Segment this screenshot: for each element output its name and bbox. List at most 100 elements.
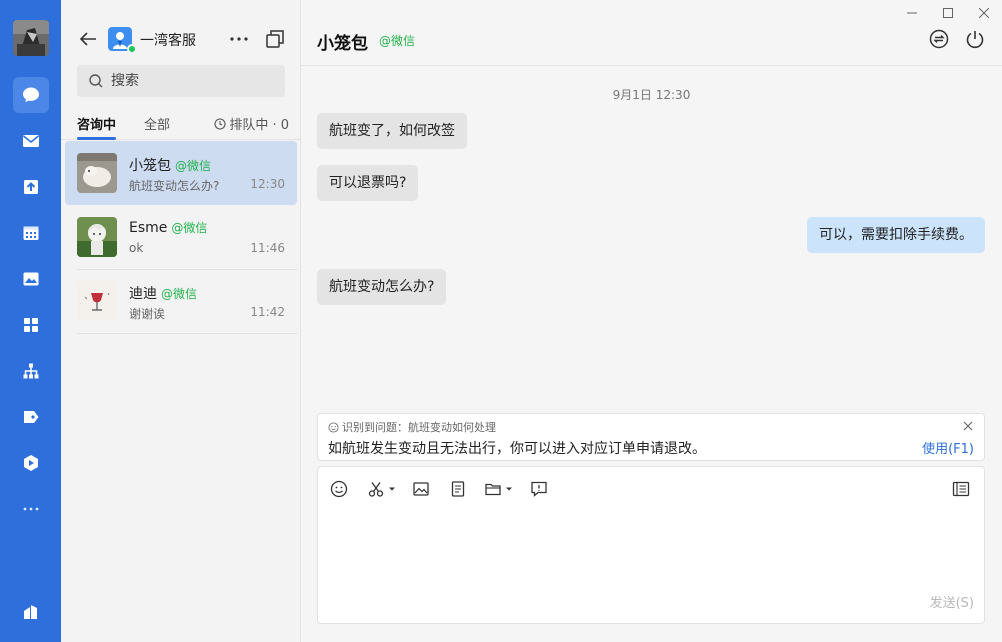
- nav-image-button[interactable]: [13, 261, 49, 297]
- smiley-robot-icon: [328, 421, 339, 433]
- chevron-down-icon: [389, 487, 395, 491]
- queue-label: 排队中 · 0: [229, 118, 289, 133]
- chat-header: 小笼包 @微信: [301, 0, 1002, 66]
- upload-icon: [24, 180, 38, 194]
- building-icon: [24, 605, 37, 619]
- tab-all[interactable]: 全部: [144, 114, 170, 133]
- user-avatar[interactable]: [13, 20, 49, 56]
- contact-name: Esme: [129, 220, 168, 236]
- conversation-item[interactable]: 迪迪 @微信 谢谢诶 11:42: [65, 269, 297, 334]
- message-time: 11:46: [250, 241, 285, 255]
- minimize-icon: [907, 12, 917, 14]
- nav-upload-button[interactable]: [13, 169, 49, 205]
- tag-icon: [24, 411, 39, 423]
- apps-icon: [24, 318, 38, 332]
- scissors-icon: [368, 482, 384, 497]
- document-icon: [451, 481, 465, 497]
- image-icon: [413, 482, 429, 496]
- list-header: 一湾客服: [61, 0, 301, 62]
- window-controls: [894, 0, 1002, 26]
- popout-window-icon[interactable]: [264, 28, 286, 50]
- active-tab-indicator: [77, 137, 116, 140]
- message-preview: 谢谢诶: [129, 307, 166, 321]
- end-session-icon[interactable]: [964, 28, 986, 50]
- nav-mail-button[interactable]: [13, 123, 49, 159]
- nav-apps-button[interactable]: [13, 307, 49, 343]
- emoji-button[interactable]: [330, 479, 348, 499]
- list-panel-icon: [952, 481, 970, 497]
- nav-org-button[interactable]: [13, 353, 49, 389]
- search-icon: [89, 74, 103, 88]
- more-options-icon[interactable]: [228, 28, 250, 50]
- close-icon: [979, 8, 989, 18]
- chat-panel: 小笼包 @微信 9月1日 12:30 航班变了，如何改签 可以退票吗? 可以，需…: [301, 0, 1002, 642]
- conversation-item[interactable]: Esme @微信 ok 11:46: [65, 205, 297, 270]
- maximize-icon: [943, 8, 953, 18]
- nav-calendar-button[interactable]: [13, 215, 49, 251]
- contact-source: @微信: [171, 221, 208, 235]
- incoming-message: 航班变动怎么办?: [317, 269, 447, 305]
- search-box: [77, 65, 285, 97]
- chat-icon: [23, 87, 39, 103]
- send-button[interactable]: 发送(S): [930, 592, 974, 611]
- back-arrow-icon[interactable]: [77, 28, 99, 50]
- message-preview: ok: [129, 241, 144, 255]
- send-file-button[interactable]: [484, 479, 513, 499]
- screenshot-button[interactable]: [367, 479, 396, 499]
- contact-name: 迪迪: [129, 286, 157, 302]
- smart-reply-suggestion: 识别到问题：航班变动如何处理 如航班发生变动且无法出行，你可以进入对应订单申请退…: [317, 413, 985, 461]
- incoming-message: 可以退票吗?: [317, 165, 419, 201]
- maximize-button[interactable]: [930, 0, 966, 26]
- outgoing-message: 可以，需要扣除手续费。: [807, 217, 985, 253]
- chat-title: 小笼包: [317, 34, 368, 54]
- contact-avatar: [77, 281, 117, 321]
- insert-document-button[interactable]: [449, 479, 467, 499]
- image-icon: [23, 272, 39, 286]
- history-records-button[interactable]: [952, 479, 970, 499]
- message-timestamp: 9月1日 12:30: [612, 88, 691, 102]
- message-composer: 发送(S): [317, 466, 985, 624]
- nav-building-button[interactable]: [13, 594, 49, 630]
- conversation-tabs: 咨询中 全部 排队中 · 0: [61, 108, 301, 140]
- message-alert-icon: [531, 481, 547, 497]
- contact-avatar: [77, 217, 117, 257]
- online-status-dot: [127, 44, 137, 54]
- conversation-list-panel: 一湾客服 咨询中 全部 排队中 · 0 小笼包 @微信 航班变动怎么办? 12:3…: [61, 0, 301, 642]
- close-suggestion-icon[interactable]: [962, 420, 974, 432]
- nav-more-button[interactable]: [13, 491, 49, 527]
- emoji-icon: [330, 480, 348, 498]
- mail-icon: [23, 135, 39, 147]
- nav-hexagon-button[interactable]: [13, 445, 49, 481]
- hexagon-logo-icon: [24, 455, 38, 471]
- contact-source: @微信: [175, 159, 212, 173]
- contact-avatar: [77, 153, 117, 193]
- folder-icon: [485, 483, 501, 496]
- nav-tag-button[interactable]: [13, 399, 49, 435]
- incoming-message: 航班变了，如何改签: [317, 113, 467, 149]
- suggestion-label: 识别到问题：航班变动如何处理: [342, 421, 496, 434]
- transfer-chat-icon[interactable]: [928, 28, 950, 50]
- agent-name: 一湾客服: [140, 33, 196, 49]
- calendar-icon: [23, 226, 39, 240]
- nav-chat-button[interactable]: [13, 77, 49, 113]
- chat-source: @微信: [379, 34, 416, 48]
- contact-source: @微信: [161, 287, 198, 301]
- message-preview: 航班变动怎么办?: [129, 179, 220, 193]
- insert-image-button[interactable]: [412, 479, 430, 499]
- quick-reply-button[interactable]: [530, 479, 548, 499]
- tab-in-consultation[interactable]: 咨询中: [77, 114, 116, 133]
- contact-name: 小笼包: [129, 158, 171, 174]
- conversation-item[interactable]: 小笼包 @微信 航班变动怎么办? 12:30: [65, 141, 297, 205]
- message-time: 12:30: [250, 177, 285, 191]
- search-input[interactable]: [111, 70, 277, 92]
- queue-status[interactable]: 排队中 · 0: [214, 114, 289, 133]
- suggestion-text: 如航班发生变动且无法出行，你可以进入对应订单申请退改。: [328, 441, 706, 457]
- use-suggestion-button[interactable]: 使用(F1): [922, 438, 974, 457]
- close-window-button[interactable]: [966, 0, 1002, 26]
- more-dots-icon: [23, 507, 39, 511]
- nav-rail: [0, 0, 61, 642]
- message-input[interactable]: [328, 511, 974, 587]
- org-chart-icon: [23, 363, 39, 379]
- minimize-button[interactable]: [894, 0, 930, 26]
- message-time: 11:42: [250, 305, 285, 319]
